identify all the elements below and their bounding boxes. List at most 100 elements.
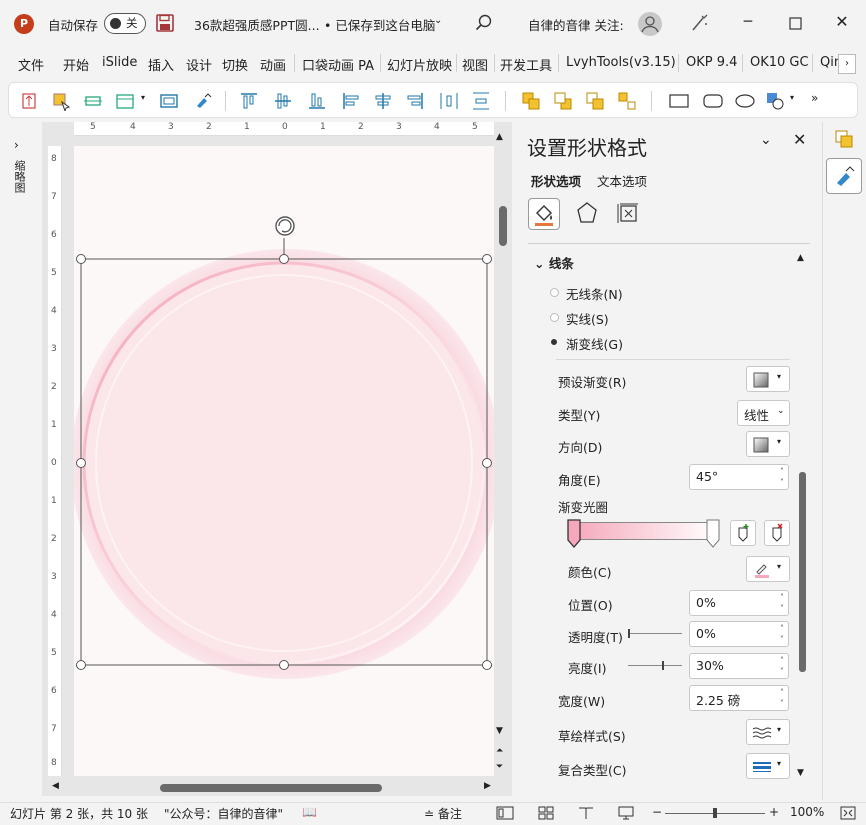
tab-okp[interactable]: OKP 9.4	[686, 55, 737, 70]
direction-dropdown[interactable]: ▾	[746, 431, 790, 457]
selected-circle-shape[interactable]	[82, 261, 486, 665]
resize-handle[interactable]	[76, 660, 86, 670]
accessibility-icon[interactable]: 📖	[302, 805, 317, 819]
minimize-button[interactable]: ─	[738, 14, 758, 34]
zoom-level[interactable]: 100%	[790, 805, 824, 819]
gradient-stops-bar[interactable]	[572, 522, 718, 540]
distribute-vertical-icon[interactable]	[471, 91, 491, 111]
tab-shape-options[interactable]: 形状选项	[531, 171, 581, 190]
align-middle-icon[interactable]	[273, 91, 293, 111]
send-backward-icon[interactable]	[553, 91, 573, 111]
chevron-down-icon[interactable]: ▾	[141, 93, 145, 102]
align-left-icon[interactable]	[341, 91, 361, 111]
align-bottom-icon[interactable]	[307, 91, 327, 111]
oval-shape-icon[interactable]	[735, 91, 755, 111]
tab-text-options[interactable]: 文本选项	[597, 171, 647, 190]
tab-transitions[interactable]: 切换	[222, 55, 248, 74]
option-solid-line[interactable]: 实线(S)	[566, 309, 609, 328]
width-input[interactable]: 2.25 磅 ˄ ˅	[689, 685, 789, 711]
radio-gradient-line[interactable]	[551, 339, 557, 345]
compound-type-dropdown[interactable]: ▾	[746, 753, 790, 779]
document-title[interactable]: 36款超强质感PPT圆...	[194, 15, 320, 34]
tab-lvyhtools[interactable]: LvyhTools(v3.15)	[566, 55, 676, 70]
align-center-icon[interactable]	[373, 91, 393, 111]
ribbon-scroll-right-button[interactable]: ›	[838, 54, 856, 74]
notes-button[interactable]: ≐ 备注	[424, 805, 462, 822]
tab-view[interactable]: 视图	[462, 55, 488, 74]
frame-tool-icon[interactable]	[159, 91, 179, 111]
size-properties-icon[interactable]	[616, 200, 640, 226]
spinner-icon[interactable]: ˄ ˅	[780, 623, 784, 645]
shape-select-icon[interactable]	[51, 91, 71, 111]
spinner-icon[interactable]: ˄ ˅	[780, 592, 784, 614]
slide-canvas[interactable]	[74, 146, 494, 776]
fill-line-icon[interactable]	[528, 198, 560, 230]
close-button[interactable]: ✕	[832, 12, 852, 32]
radio-solid-line[interactable]	[550, 313, 559, 322]
avatar[interactable]	[638, 12, 662, 36]
rotate-handle-icon[interactable]	[275, 216, 295, 236]
format-painter-icon[interactable]	[193, 91, 213, 111]
maximize-button[interactable]	[786, 14, 806, 34]
gradient-type-dropdown[interactable]: 线性 ⌄	[737, 400, 790, 426]
close-icon[interactable]: ✕	[793, 130, 806, 149]
brightness-slider[interactable]	[628, 665, 682, 666]
color-dropdown[interactable]: ▾	[746, 556, 790, 582]
next-slide-icon[interactable]: ⏷	[496, 762, 503, 772]
tab-islide[interactable]: iSlide	[102, 55, 137, 70]
align-distribute-icon[interactable]	[83, 91, 103, 111]
search-icon[interactable]	[474, 13, 494, 33]
tab-design[interactable]: 设计	[186, 55, 212, 74]
transparency-slider[interactable]	[628, 633, 682, 634]
spinner-icon[interactable]: ˄ ˅	[780, 466, 784, 488]
scroll-right-icon[interactable]: ▶	[484, 781, 491, 791]
transparency-input[interactable]: 0% ˄ ˅	[689, 621, 789, 647]
pane-scrollbar-thumb[interactable]	[799, 472, 806, 672]
zoom-in-button[interactable]: +	[769, 805, 779, 819]
tab-animations[interactable]: 动画	[260, 55, 286, 74]
scroll-left-icon[interactable]: ◀	[52, 781, 59, 791]
chevron-down-icon[interactable]: ⌄	[760, 132, 772, 148]
previous-slide-icon[interactable]: ⏶	[496, 746, 503, 756]
transparency-slider-thumb[interactable]	[628, 629, 630, 638]
chevron-down-icon[interactable]: ⌄	[434, 15, 442, 26]
ungroup-icon[interactable]	[617, 91, 637, 111]
horizontal-scrollbar-thumb[interactable]	[160, 784, 382, 792]
resize-handle[interactable]	[279, 254, 289, 264]
resize-handle[interactable]	[482, 660, 492, 670]
tab-slideshow[interactable]: 幻灯片放映	[387, 55, 452, 74]
rectangle-shape-icon[interactable]	[669, 91, 689, 111]
spinner-icon[interactable]: ˄ ˅	[780, 655, 784, 677]
fit-shape-icon[interactable]	[19, 91, 39, 111]
slideshow-icon[interactable]	[618, 806, 634, 820]
gradient-stop-handle[interactable]	[706, 519, 720, 549]
align-top-icon[interactable]	[239, 91, 259, 111]
tab-developer[interactable]: 开发工具	[500, 55, 552, 74]
sketch-style-dropdown[interactable]: ▾	[746, 719, 790, 745]
vertical-scrollbar-thumb[interactable]	[499, 206, 507, 246]
gradient-stop-handle-selected[interactable]	[567, 519, 581, 549]
brightness-slider-thumb[interactable]	[662, 661, 664, 670]
option-no-line[interactable]: 无线条(N)	[566, 284, 623, 303]
save-icon[interactable]	[156, 14, 174, 32]
thumbnails-label[interactable]: 缩略图	[11, 160, 27, 193]
tab-pocket-animation[interactable]: 口袋动画 PA	[302, 55, 374, 74]
position-input[interactable]: 0% ˄ ˅	[689, 590, 789, 616]
resize-handle[interactable]	[76, 458, 86, 468]
group-icon[interactable]	[585, 91, 605, 111]
zoom-slider-thumb[interactable]	[713, 808, 717, 818]
format-pane-toggle[interactable]	[826, 158, 862, 194]
resize-handle[interactable]	[279, 660, 289, 670]
tab-ok10[interactable]: OK10 GC	[750, 55, 809, 70]
effects-icon[interactable]	[576, 200, 598, 226]
scroll-down-icon[interactable]: ▼	[496, 726, 503, 736]
distribute-horizontal-icon[interactable]	[439, 91, 459, 111]
table-tool-icon[interactable]	[115, 91, 135, 111]
autosave-toggle[interactable]: 关	[104, 13, 146, 34]
chevron-down-icon[interactable]: ▾	[790, 93, 794, 102]
resize-handle[interactable]	[76, 254, 86, 264]
remove-gradient-stop-button[interactable]	[764, 520, 790, 546]
normal-view-icon[interactable]	[496, 806, 514, 820]
account-name[interactable]: 自律的音律 关注:	[528, 15, 624, 34]
bring-forward-icon[interactable]	[521, 91, 541, 111]
